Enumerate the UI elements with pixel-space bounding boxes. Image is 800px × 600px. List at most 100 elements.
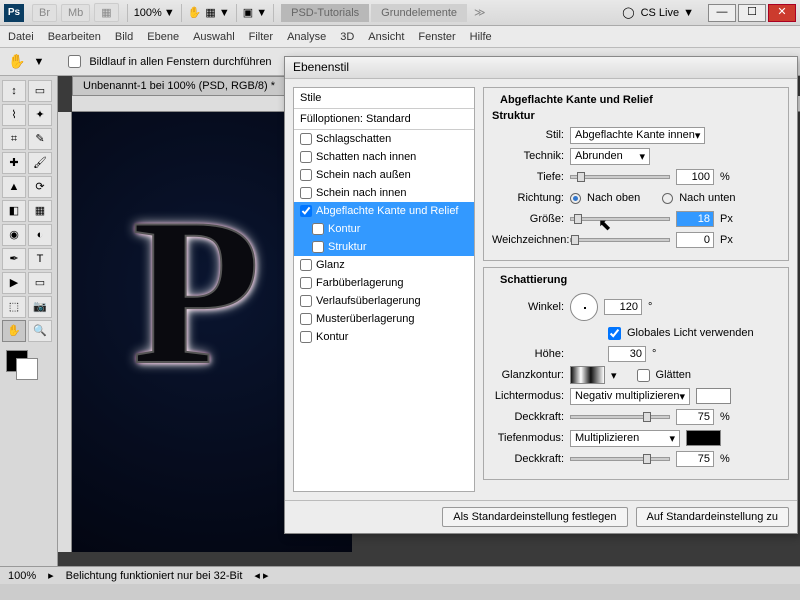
healing-tool[interactable]: ✚ [2, 152, 26, 174]
highlight-opacity-input[interactable]: 75 [676, 409, 714, 425]
cslive-btn[interactable]: CS Live [641, 7, 680, 19]
style-schein-innen[interactable]: Schein nach innen [294, 184, 474, 202]
blend-options-header[interactable]: Fülloptionen: Standard [294, 109, 474, 130]
minibridge-btn[interactable]: Mb [61, 4, 90, 22]
reset-default-button[interactable]: Auf Standardeinstellung zu [636, 507, 789, 527]
richtung-up-radio[interactable] [570, 193, 581, 204]
soften-slider[interactable] [570, 238, 670, 242]
zoom-tool[interactable]: 🔍 [28, 320, 52, 342]
style-bevel-kontur[interactable]: Kontur [294, 220, 474, 238]
history-brush-tool[interactable]: ⟳ [28, 176, 52, 198]
marquee-tool[interactable]: ▭ [28, 80, 52, 102]
scroll-all-label: Bildlauf in allen Fenstern durchführen [89, 56, 271, 68]
brush-tool[interactable]: 🖌 [28, 152, 52, 174]
color-swatches[interactable] [2, 350, 52, 380]
camera-tool[interactable]: 📷 [28, 296, 52, 318]
menu-auswahl[interactable]: Auswahl [193, 31, 235, 43]
bridge-btn[interactable]: Br [32, 4, 57, 22]
gradient-tool[interactable]: ▦ [28, 200, 52, 222]
hoehe-input[interactable]: 30 [608, 346, 646, 362]
menu-bild[interactable]: Bild [115, 31, 133, 43]
menu-ebene[interactable]: Ebene [147, 31, 179, 43]
soften-input[interactable]: 0 [676, 232, 714, 248]
shadow-opacity-input[interactable]: 75 [676, 451, 714, 467]
zoom-display[interactable]: 100% [134, 7, 162, 19]
stamp-tool[interactable]: ▲ [2, 176, 26, 198]
global-light-checkbox[interactable] [608, 327, 621, 340]
style-schein-aussen[interactable]: Schein nach außen [294, 166, 474, 184]
menu-ansicht[interactable]: Ansicht [368, 31, 404, 43]
styles-header[interactable]: Stile [294, 88, 474, 109]
dialog-title: Ebenenstil [285, 57, 797, 79]
type-tool[interactable]: T [28, 248, 52, 270]
eyedropper-tool[interactable]: ✎ [28, 128, 52, 150]
background-color[interactable] [16, 358, 38, 380]
document-tab[interactable]: Unbenannt-1 bei 100% (PSD, RGB/8) * [72, 76, 286, 96]
struktur-label: Struktur [492, 110, 780, 122]
shadow-opacity-slider[interactable] [570, 457, 670, 461]
richtung-down-radio[interactable] [662, 193, 673, 204]
path-select-tool[interactable]: ▶ [2, 272, 26, 294]
lasso-tool[interactable]: ⌇ [2, 104, 26, 126]
menu-hilfe[interactable]: Hilfe [470, 31, 492, 43]
shadow-mode-select[interactable]: Multiplizieren▾ [570, 430, 680, 447]
size-input[interactable]: 18 [676, 211, 714, 227]
style-farbueberlagerung[interactable]: Farbüberlagerung [294, 274, 474, 292]
dodge-tool[interactable]: ◐ [28, 224, 52, 246]
toolbox: ↕ ▭ ⌇ ✦ ⌗ ✎ ✚ 🖌 ▲ ⟳ ◧ ▦ ◉ ◐ ✒ T ▶ ▭ ⬚ 📷 … [0, 76, 58, 584]
pen-tool[interactable]: ✒ [2, 248, 26, 270]
style-verlaufsueberlagerung[interactable]: Verlaufsüberlagerung [294, 292, 474, 310]
panel-title: Abgeflachte Kante und Relief [496, 94, 657, 106]
status-message: Belichtung funktioniert nur bei 32-Bit [66, 570, 243, 582]
crop-tool[interactable]: ⌗ [2, 128, 26, 150]
blur-tool[interactable]: ◉ [2, 224, 26, 246]
highlight-mode-select[interactable]: Negativ multiplizieren▾ [570, 388, 690, 405]
app-icon: Ps [4, 4, 24, 22]
technik-select[interactable]: Abrunden▾ [570, 148, 650, 165]
move-tool[interactable]: ↕ [2, 80, 26, 102]
maximize-btn[interactable]: ☐ [738, 4, 766, 22]
gloss-contour[interactable] [570, 366, 605, 384]
eraser-tool[interactable]: ◧ [2, 200, 26, 222]
highlight-opacity-slider[interactable] [570, 415, 670, 419]
style-kontur[interactable]: Kontur [294, 328, 474, 346]
hand-icon[interactable]: ✋ [188, 6, 202, 19]
tiefe-slider[interactable] [570, 175, 670, 179]
stil-select[interactable]: Abgeflachte Kante innen▾ [570, 127, 705, 144]
style-musterueberlagerung[interactable]: Musterüberlagerung [294, 310, 474, 328]
hand-tool[interactable]: ✋ [2, 320, 26, 342]
angle-control[interactable] [570, 293, 598, 321]
menu-datei[interactable]: Datei [8, 31, 34, 43]
style-schlagschatten[interactable]: Schlagschatten [294, 130, 474, 148]
set-default-button[interactable]: Als Standardeinstellung festlegen [442, 507, 627, 527]
style-bevel-struktur[interactable]: Struktur [294, 238, 474, 256]
menu-analyse[interactable]: Analyse [287, 31, 326, 43]
minimize-btn[interactable]: — [708, 4, 736, 22]
winkel-input[interactable]: 120 [604, 299, 642, 315]
view-extras-btn[interactable]: ▦ [94, 3, 118, 22]
menu-3d[interactable]: 3D [340, 31, 354, 43]
menu-filter[interactable]: Filter [249, 31, 273, 43]
screen-mode-icon[interactable]: ▣ ▼ [243, 6, 267, 19]
shadow-color[interactable] [686, 430, 721, 446]
titlebar: Ps Br Mb ▦ 100% ▼ ✋ ▦ ▼ ▣ ▼ PSD-Tutorial… [0, 0, 800, 26]
style-bevel-emboss[interactable]: Abgeflachte Kante und Relief [294, 202, 474, 220]
layer-style-dialog: Ebenenstil Stile Fülloptionen: Standard … [284, 56, 798, 534]
canvas-letter-p: P [132, 172, 260, 413]
wand-tool[interactable]: ✦ [28, 104, 52, 126]
style-glanz[interactable]: Glanz [294, 256, 474, 274]
3d-tool[interactable]: ⬚ [2, 296, 26, 318]
size-slider[interactable] [570, 217, 670, 221]
style-schatten-innen[interactable]: Schatten nach innen [294, 148, 474, 166]
close-btn[interactable]: ✕ [768, 4, 796, 22]
glaetten-checkbox[interactable] [637, 369, 650, 382]
tab-grundelemente[interactable]: Grundelemente [371, 4, 467, 22]
menu-fenster[interactable]: Fenster [418, 31, 455, 43]
scroll-all-checkbox[interactable] [68, 55, 81, 68]
status-zoom[interactable]: 100% [8, 570, 36, 582]
shape-tool[interactable]: ▭ [28, 272, 52, 294]
menu-bearbeiten[interactable]: Bearbeiten [48, 31, 101, 43]
tab-psd-tutorials[interactable]: PSD-Tutorials [281, 4, 369, 22]
highlight-color[interactable] [696, 388, 731, 404]
tiefe-input[interactable]: 100 [676, 169, 714, 185]
